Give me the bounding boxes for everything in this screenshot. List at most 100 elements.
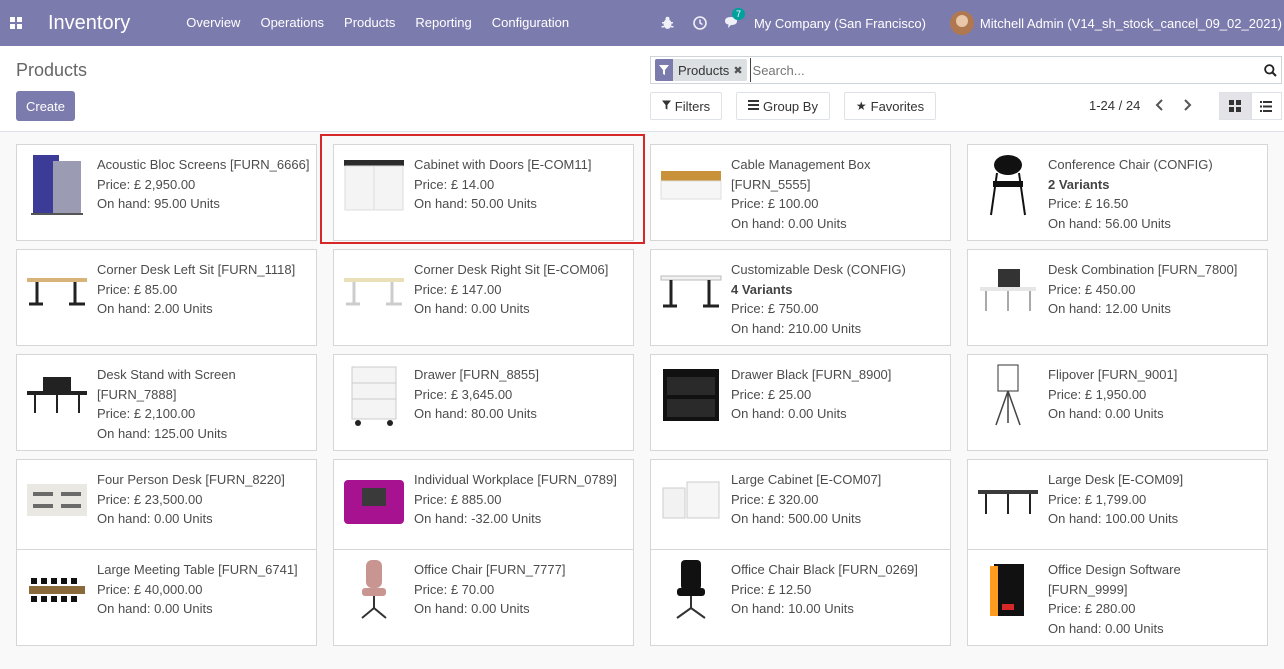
favorites-button[interactable]: ★ Favorites (844, 92, 936, 120)
main-menu: Overview Operations Products Reporting C… (176, 0, 579, 46)
product-image (976, 558, 1040, 622)
product-card[interactable]: Acoustic Bloc Screens [FURN_6666] Price: … (16, 144, 317, 241)
product-info: Desk Combination [FURN_7800] Price: £ 450… (1048, 260, 1261, 319)
product-onhand: On hand: 0.00 Units (1048, 620, 1164, 636)
product-card[interactable]: Large Desk [E-COM09] Price: £ 1,799.00 On … (967, 459, 1268, 556)
product-image (25, 558, 89, 622)
product-name: Four Person Desk [FURN_8220] (97, 472, 285, 487)
product-name: Office Chair [FURN_7777] (414, 562, 566, 577)
product-image (976, 258, 1040, 322)
company-switcher[interactable]: My Company (San Francisco) (754, 16, 926, 31)
pager-previous-icon[interactable] (1155, 98, 1164, 114)
product-name: Acoustic Bloc Screens [FURN_6666] (97, 157, 310, 172)
product-onhand: On hand: 0.00 Units (97, 511, 213, 526)
filter-icon (655, 59, 673, 81)
product-card[interactable]: Individual Workplace [FURN_0789] Price: £… (333, 459, 634, 556)
product-card[interactable]: Cabinet with Doors [E-COM11] Price: £ 14.… (333, 144, 634, 241)
product-info: Desk Stand with Screen [FURN_7888] Price:… (97, 365, 310, 443)
product-price: Price: £ 1,950.00 (1048, 386, 1147, 402)
product-card[interactable]: Corner Desk Left Sit [FURN_1118] Price: £… (16, 249, 317, 346)
product-name: Drawer [FURN_8855] (414, 367, 539, 382)
product-onhand: On hand: 100.00 Units (1048, 511, 1179, 526)
list-view-icon[interactable] (1250, 92, 1282, 120)
product-image (976, 468, 1040, 532)
filters-button[interactable]: Filters (650, 92, 722, 120)
remove-facet-icon[interactable]: ✖ (733, 64, 742, 77)
search-icon[interactable] (1259, 63, 1281, 77)
product-card[interactable]: Conference Chair (CONFIG) 2 Variants Price… (967, 144, 1268, 241)
product-onhand: On hand: 500.00 Units (731, 511, 862, 526)
product-info: Large Desk [E-COM09] Price: £ 1,799.00 On … (1048, 470, 1261, 529)
product-price: Price: £ 16.50 (1048, 196, 1129, 211)
product-card[interactable]: Four Person Desk [FURN_8220] Price: £ 23,… (16, 459, 317, 556)
product-image (976, 363, 1040, 427)
product-name: Cabinet with Doors [E-COM11] (414, 157, 592, 172)
product-image (659, 558, 723, 622)
product-onhand: On hand: 0.00 Units (414, 301, 530, 316)
product-card[interactable]: Large Cabinet [E-COM07] Price: £ 320.00 On… (650, 459, 951, 556)
product-image (342, 153, 406, 217)
product-card[interactable]: Corner Desk Right Sit [E-COM06] Price: £ … (333, 249, 634, 346)
bug-icon[interactable] (652, 16, 684, 30)
product-price: Price: £ 320.00 (731, 491, 819, 507)
product-price: Price: £ 2,950.00 (97, 176, 196, 192)
create-button[interactable]: Create (16, 91, 75, 121)
product-card[interactable]: Desk Combination [FURN_7800] Price: £ 450… (967, 249, 1268, 346)
product-name: Large Meeting Table [FURN_6741] (97, 562, 298, 577)
product-info: Customizable Desk (CONFIG) 4 Variants Pric… (731, 260, 944, 338)
product-price: Price: £ 85.00 (97, 281, 178, 297)
menu-reporting[interactable]: Reporting (405, 0, 481, 46)
product-card[interactable]: Drawer Black [FURN_8900] Price: £ 25.00 On… (650, 354, 951, 451)
group-by-button[interactable]: Group By (736, 92, 830, 120)
product-card[interactable]: Flipover [FURN_9001] Price: £ 1,950.00 On … (967, 354, 1268, 451)
product-image (976, 153, 1040, 217)
product-card[interactable]: Office Chair [FURN_7777] Price: £ 70.00 On… (333, 549, 634, 646)
product-info: Office Design Software [FURN_9999] Price:… (1048, 560, 1261, 638)
product-onhand: On hand: 12.00 Units (1048, 301, 1171, 316)
product-name: Drawer Black [FURN_8900] (731, 367, 892, 382)
product-card[interactable]: Customizable Desk (CONFIG) 4 Variants Pric… (650, 249, 951, 346)
product-card[interactable]: Large Meeting Table [FURN_6741] Price: £ … (16, 549, 317, 646)
product-onhand: On hand: 125.00 Units (97, 425, 228, 441)
product-info: Large Meeting Table [FURN_6741] Price: £ … (97, 560, 310, 619)
pager-next-icon[interactable] (1183, 98, 1192, 114)
product-price: Price: £ 14.00 (414, 176, 495, 192)
product-name: Corner Desk Left Sit [FURN_1118] (97, 262, 296, 277)
chat-icon[interactable]: 7 (716, 8, 748, 30)
menu-operations[interactable]: Operations (250, 0, 334, 46)
product-card[interactable]: Office Design Software [FURN_9999] Price:… (967, 549, 1268, 646)
product-image (342, 363, 406, 427)
view-switcher (1219, 92, 1282, 120)
product-card[interactable]: Office Chair Black [FURN_0269] Price: £ 1… (650, 549, 951, 646)
app-brand[interactable]: Inventory (48, 12, 130, 35)
product-onhand: On hand: -32.00 Units (414, 511, 542, 526)
product-image (342, 468, 406, 532)
menu-products[interactable]: Products (334, 0, 405, 46)
page-title: Products (16, 60, 88, 80)
product-info: Cabinet with Doors [E-COM11] Price: £ 14.… (414, 155, 627, 214)
product-onhand: On hand: 0.00 Units (731, 406, 847, 421)
list-bars-icon (748, 99, 760, 113)
search-facet: Products ✖ (655, 59, 747, 81)
menu-overview[interactable]: Overview (176, 0, 250, 46)
user-menu[interactable]: Mitchell Admin (V14_sh_stock_cancel_09_0… (949, 11, 1282, 35)
product-price: Price: £ 25.00 (731, 386, 812, 402)
kanban-view-icon[interactable] (1219, 92, 1251, 120)
search-input[interactable] (749, 58, 1259, 82)
clock-icon[interactable] (684, 16, 716, 30)
product-info: Cable Management Box [FURN_5555] Price: £… (731, 155, 944, 233)
product-info: Office Chair [FURN_7777] Price: £ 70.00 On… (414, 560, 627, 619)
product-name: Office Chair Black [FURN_0269] (731, 562, 918, 577)
navbar-systray: 7 My Company (San Francisco) Mitchell Ad… (652, 0, 1284, 46)
pager-value[interactable]: 1-24 / 24 (1089, 98, 1140, 113)
product-card[interactable]: Desk Stand with Screen [FURN_7888] Price:… (16, 354, 317, 451)
product-price: Price: £ 885.00 (414, 491, 502, 507)
product-info: Four Person Desk [FURN_8220] Price: £ 23,… (97, 470, 310, 529)
apps-menu-icon[interactable] (0, 0, 32, 46)
filters-label: Filters (674, 98, 711, 114)
product-onhand: On hand: 0.00 Units (414, 601, 530, 616)
menu-configuration[interactable]: Configuration (482, 0, 579, 46)
product-card[interactable]: Drawer [FURN_8855] Price: £ 3,645.00 On ha… (333, 354, 634, 451)
product-onhand: On hand: 0.00 Units (97, 601, 213, 616)
product-card[interactable]: Cable Management Box [FURN_5555] Price: £… (650, 144, 951, 241)
